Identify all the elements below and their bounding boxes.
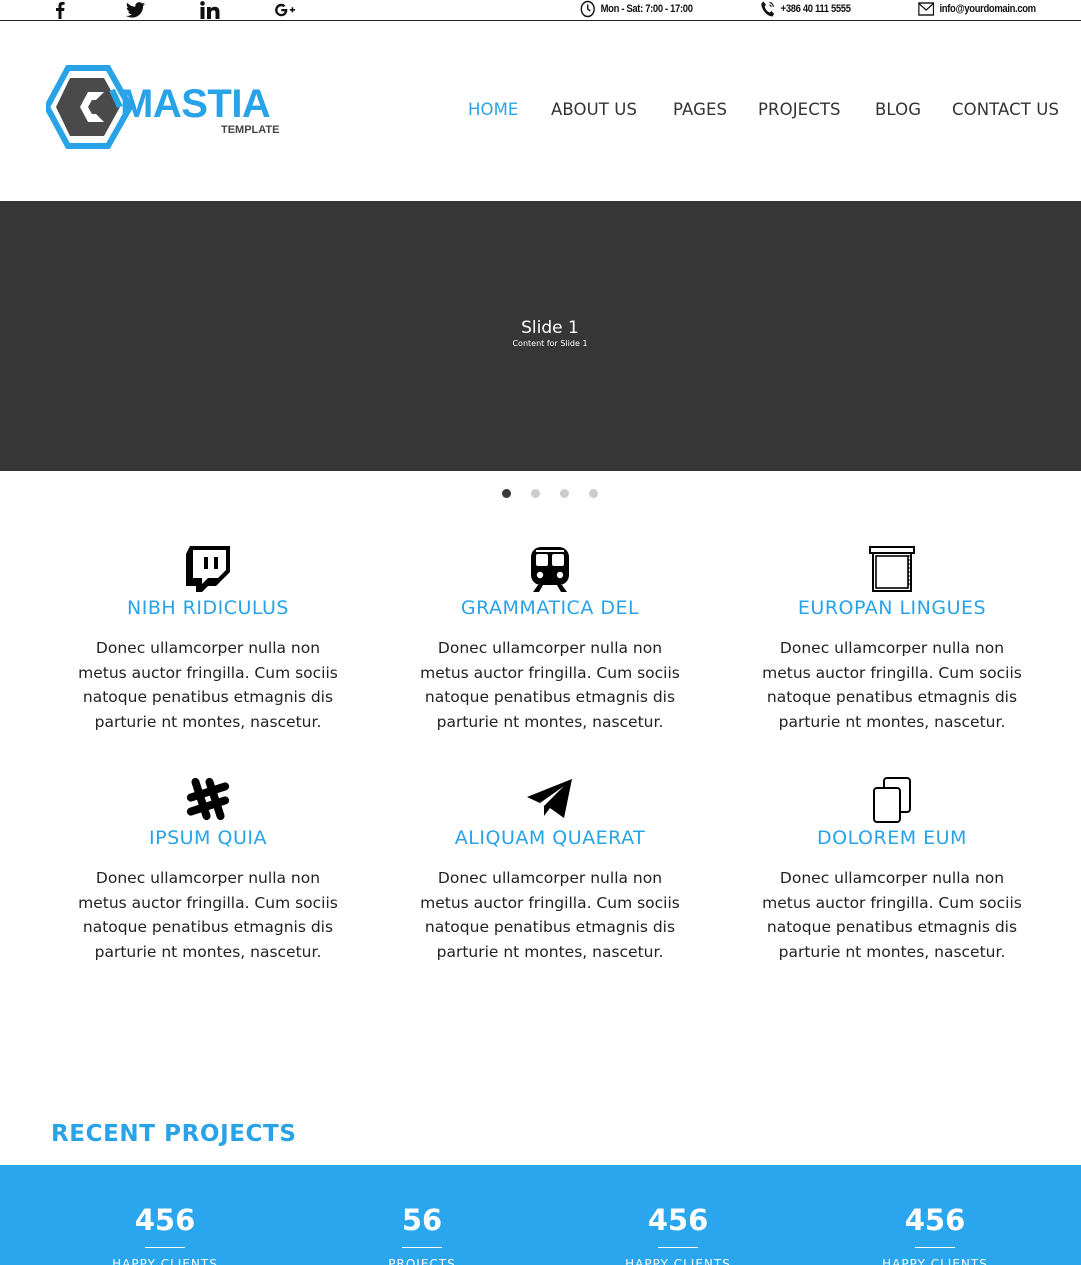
nav-projects[interactable]: PROJECTS: [758, 100, 841, 119]
logo-subtitle: TEMPLATE: [221, 124, 280, 136]
window-blind-icon: [869, 546, 915, 592]
feature-text: Donec ullamcorper nulla non metus auctor…: [78, 869, 338, 961]
slider-dot-2[interactable]: [531, 489, 540, 498]
nav-contact-us[interactable]: CONTACT US: [952, 100, 1059, 119]
twitch-icon: [186, 546, 230, 592]
counters-band: 456 HAPPY CLIENTS 56 PROJECTS 456 HAPPY …: [0, 1165, 1081, 1265]
email-address[interactable]: info@yourdomain.com: [918, 0, 1036, 18]
nav-about-us[interactable]: ABOUT US: [551, 100, 637, 119]
twitter-icon[interactable]: [124, 0, 146, 20]
envelope-icon: [918, 2, 935, 16]
counter-divider: [658, 1247, 698, 1248]
feature-title: NIBH RIDICULUS: [127, 597, 289, 619]
slider-dot-4[interactable]: [589, 489, 598, 498]
feature-title: ALIQUAM QUAERAT: [454, 827, 646, 849]
counter-divider: [402, 1247, 442, 1248]
counter-value: 456: [134, 1203, 196, 1237]
slider-dot-3[interactable]: [560, 489, 569, 498]
nav-home[interactable]: HOME: [468, 100, 518, 119]
slide-title: Slide 1: [521, 318, 579, 338]
counter-divider: [915, 1247, 955, 1248]
google-plus-icon[interactable]: [273, 0, 297, 20]
counter-label: PROJECTS: [388, 1257, 456, 1265]
email-text[interactable]: info@yourdomain.com: [940, 3, 1037, 15]
feature-title: EUROPAN LINGUES: [797, 597, 987, 619]
slider-dot-1[interactable]: [502, 489, 511, 498]
feature-text: Donec ullamcorper nulla non metus auctor…: [420, 639, 680, 731]
feature-text: Donec ullamcorper nulla non metus auctor…: [762, 639, 1022, 731]
train-icon: [531, 547, 569, 592]
feature-title: GRAMMATICA DEL: [460, 597, 640, 619]
copy-documents-icon: [873, 777, 911, 823]
linkedin-icon[interactable]: [198, 0, 222, 20]
phone-text[interactable]: +386 40 111 5555: [781, 3, 851, 15]
counter-value: 456: [904, 1203, 966, 1237]
phone-icon: [761, 1, 775, 17]
business-hours: Mon - Sat: 7:00 - 17:00: [580, 0, 693, 18]
feature-text: Donec ullamcorper nulla non metus auctor…: [762, 869, 1022, 961]
slide-subtitle: Content for Slide 1: [512, 339, 588, 348]
recent-projects-title: RECENT PROJECTS: [51, 1121, 297, 1147]
counter-label: HAPPY CLIENTS: [625, 1257, 731, 1265]
feature-title: DOLOREM EUM: [817, 827, 967, 849]
nav-pages[interactable]: PAGES: [673, 100, 727, 119]
facebook-icon[interactable]: [50, 0, 70, 20]
counter-label: HAPPY CLIENTS: [112, 1257, 218, 1265]
counter-divider: [145, 1247, 185, 1248]
counter-value: 56: [401, 1203, 443, 1237]
slack-hashtag-icon: [186, 777, 230, 821]
feature-text: Donec ullamcorper nulla non metus auctor…: [78, 639, 338, 731]
hero-slider[interactable]: Slide 1 Content for Slide 1: [0, 201, 1081, 471]
clock-icon: [580, 0, 595, 18]
feature-title: IPSUM QUIA: [149, 827, 267, 849]
counter-value: 456: [647, 1203, 709, 1237]
main-nav: HOME ABOUT US PAGES PROJECTS BLOG CONTAC…: [0, 100, 1081, 122]
counter-label: HAPPY CLIENTS: [882, 1257, 988, 1265]
paper-plane-icon: [527, 779, 572, 818]
phone-number[interactable]: +386 40 111 5555: [760, 0, 851, 18]
top-bar: Mon - Sat: 7:00 - 17:00 +386 40 111 5555…: [0, 0, 1081, 21]
business-hours-text: Mon - Sat: 7:00 - 17:00: [600, 3, 693, 15]
feature-text: Donec ullamcorper nulla non metus auctor…: [420, 869, 680, 961]
nav-blog[interactable]: BLOG: [875, 100, 921, 119]
